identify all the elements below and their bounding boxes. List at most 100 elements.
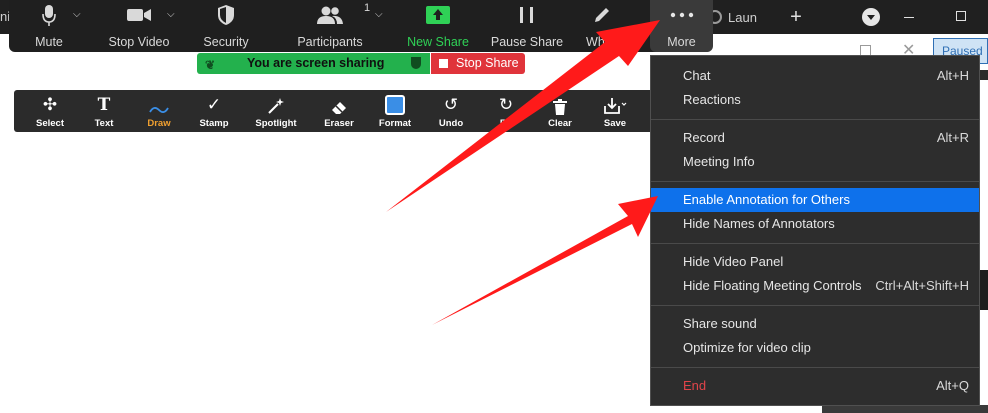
menu-item-chat[interactable]: Chat Alt+H [651,64,979,88]
menu-item-label: Chat [683,68,711,83]
pencil-icon [593,0,611,30]
tab-dropdown-button[interactable] [862,8,880,26]
menu-item-label: Hide Names of Annotators [683,216,835,231]
stop-share-button[interactable]: Stop Share [431,53,525,74]
tool-label: Eraser [324,118,354,129]
tool-label: Spotlight [255,118,297,129]
menu-item-shortcut: Alt+H [936,68,969,83]
tool-label: Format [378,118,412,129]
save-tool[interactable]: Save [586,90,644,132]
menu-item-record[interactable]: Record Alt+R [651,126,979,150]
text-t-icon: T [97,95,111,115]
tool-label: Select [36,118,64,129]
format-tool[interactable]: Format [366,90,424,132]
participants-button[interactable]: 1 Participants [295,0,370,52]
select-tool[interactable]: ✣ Select [21,90,79,132]
more-button-content: More [650,0,713,52]
video-thumbnail [822,405,988,413]
stop-video-label: Stop Video [108,35,170,49]
text-tool[interactable]: T Text [75,90,133,132]
spotlight-tool[interactable]: Spotlight [247,90,305,132]
shield-check-icon [411,57,421,69]
trash-icon [553,90,567,115]
browser-tab[interactable]: Laun [708,4,778,30]
redo-tool[interactable]: ↻ Re [477,90,535,132]
more-dots-icon [670,0,694,30]
menu-item-hide-floating-controls[interactable]: Hide Floating Meeting Controls Ctrl+Alt+… [651,274,979,298]
browser-tab-label: Laun [728,9,757,25]
restore-button[interactable] [940,0,984,34]
screen-sharing-banner[interactable]: ❦ You are screen sharing [197,53,430,74]
pause-share-label: Pause Share [490,35,564,49]
screen-sharing-label: You are screen sharing [247,56,385,70]
tool-label: Draw [147,118,171,129]
menu-item-label: Share sound [683,316,757,331]
stop-video-button[interactable]: Stop Video [107,0,171,52]
menu-divider [651,243,979,244]
stop-share-label: Stop Share [456,56,519,70]
color-swatch-icon [385,90,405,115]
more-label: More [667,35,696,49]
menu-item-hide-annotator-names[interactable]: Hide Names of Annotators [651,212,979,236]
tool-label: Clear [548,118,572,129]
menu-divider [651,367,979,368]
new-tab-button[interactable]: + [786,5,806,29]
undo-tool[interactable]: ↺ Undo [422,90,480,132]
download-icon [603,90,627,115]
menu-item-share-sound[interactable]: Share sound [651,312,979,336]
tool-label: Stamp [199,118,229,129]
tool-label: Text [94,118,114,129]
menu-divider [651,305,979,306]
undo-icon: ↺ [443,95,459,114]
participants-count: 1 [364,2,371,14]
shield-icon [217,0,235,30]
menu-item-optimize-video[interactable]: Optimize for video clip [651,336,979,360]
chevron-up-icon[interactable]: ⌵ [73,9,81,20]
menu-item-hide-video-panel[interactable]: Hide Video Panel [651,250,979,274]
security-button[interactable]: Security [201,0,251,52]
redo-icon: ↻ [498,95,514,114]
menu-item-enable-annotation[interactable]: Enable Annotation for Others [651,188,979,212]
menu-item-end[interactable]: End Alt+Q [651,374,979,398]
tool-label: Undo [438,118,464,129]
draw-tool[interactable]: Draw [130,90,188,132]
menu-divider [651,119,979,120]
eraser-tool[interactable]: Eraser [310,90,368,132]
background-panel [980,70,988,80]
participants-label: Participants [297,35,363,49]
clear-tool[interactable]: Clear [531,90,589,132]
new-share-button[interactable]: New Share [407,0,469,52]
new-share-label: New Share [407,35,469,49]
minimize-button[interactable] [888,0,932,34]
eraser-icon [330,90,348,115]
chevron-up-icon[interactable]: ⌵ [375,9,383,20]
move-arrows-icon: ✣ [42,95,58,114]
menu-item-shortcut: Alt+Q [936,378,969,393]
background-panel [980,270,988,310]
checkmark-icon: ✓ [206,95,222,114]
mute-button[interactable]: Mute [29,0,69,52]
video-camera-icon [126,0,152,30]
whiteboard-button[interactable]: White [575,0,629,52]
participants-icon: 1 [316,0,370,30]
meeting-controls-bar: Mute ⌵ Stop Video ⌵ Security 1 Participa… [9,0,712,52]
pause-share-button[interactable]: Pause Share [490,0,564,52]
tool-label: Save [603,118,627,129]
menu-item-label: Hide Video Panel [683,254,784,269]
squiggle-icon [149,90,169,115]
menu-divider [651,181,979,182]
security-label: Security [203,35,249,49]
menu-item-label: Enable Annotation for Others [683,192,850,207]
microphone-icon [41,0,57,30]
stamp-tool[interactable]: ✓ Stamp [185,90,243,132]
magic-wand-icon [267,90,285,115]
more-button[interactable]: More [650,0,713,52]
stop-icon [439,59,448,68]
menu-item-shortcut: Ctrl+Alt+Shift+H [875,278,969,293]
tool-label: Re [499,118,513,129]
pause-icon [519,0,535,30]
share-screen-icon [426,0,450,30]
chevron-up-icon[interactable]: ⌵ [167,9,175,20]
menu-item-reactions[interactable]: Reactions [651,88,979,112]
menu-item-meeting-info[interactable]: Meeting Info [651,150,979,174]
